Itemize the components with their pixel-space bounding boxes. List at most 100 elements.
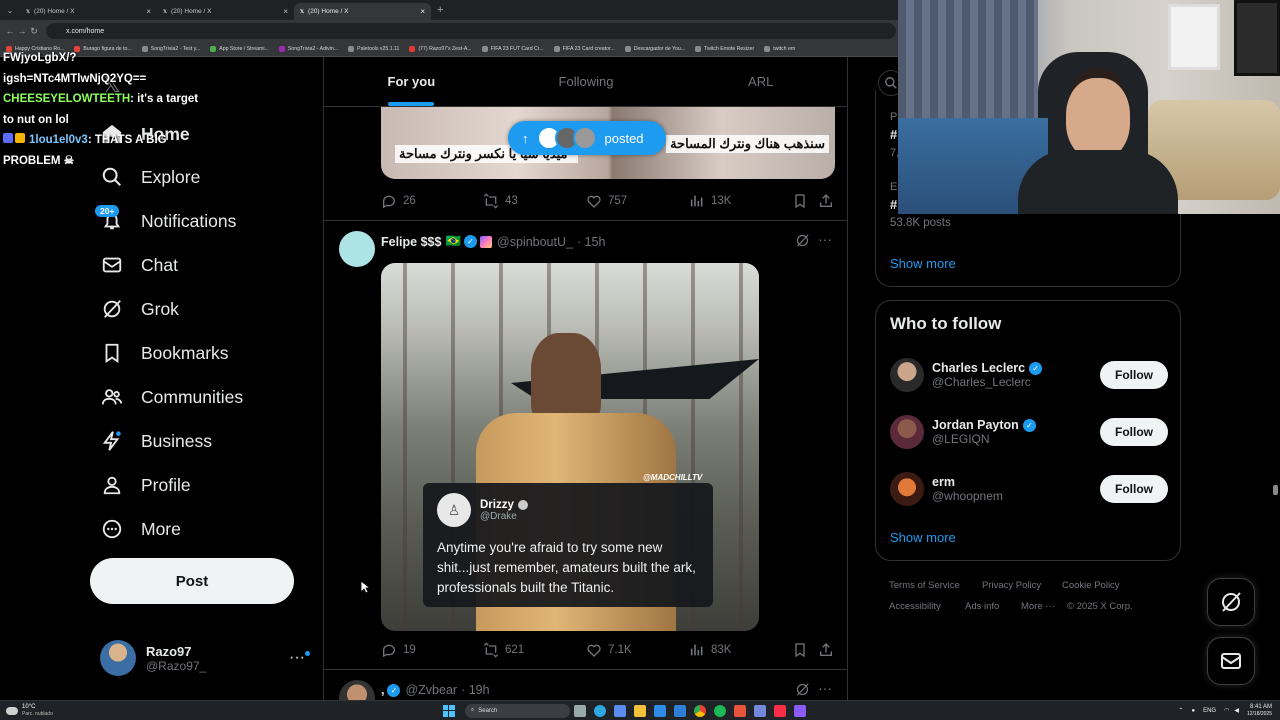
new-tab-button[interactable]: + bbox=[437, 4, 443, 16]
bookmark-item[interactable]: FIFA 23 Card creator... bbox=[553, 46, 615, 52]
taskbar-search[interactable]: ⌕ Search bbox=[464, 703, 570, 718]
bookmark-item[interactable]: Twitch Emote Resizer bbox=[695, 46, 754, 52]
close-icon[interactable]: × bbox=[146, 7, 151, 16]
follow-button[interactable]: Follow bbox=[1100, 361, 1168, 389]
bookmark-button[interactable] bbox=[792, 193, 814, 209]
grok-floating-button[interactable] bbox=[1207, 578, 1255, 626]
scrollbar-thumb[interactable] bbox=[1273, 485, 1278, 495]
back-icon[interactable]: ← bbox=[4, 26, 16, 36]
more-dots-icon[interactable]: ··· bbox=[818, 231, 832, 247]
nav-profile[interactable]: Profile bbox=[100, 463, 191, 507]
account-switcher[interactable]: Razo97 @Razo97_ ··· bbox=[100, 638, 315, 678]
footer-link[interactable]: More ··· bbox=[1021, 601, 1055, 612]
task-view-icon[interactable] bbox=[573, 704, 586, 717]
close-icon[interactable]: × bbox=[420, 7, 425, 16]
photos-icon[interactable] bbox=[653, 704, 666, 717]
mic-icon[interactable]: ● bbox=[1191, 708, 1195, 714]
follow-button[interactable]: Follow bbox=[1100, 475, 1168, 503]
nav-chat[interactable]: Chat bbox=[100, 243, 178, 287]
close-icon[interactable]: × bbox=[283, 7, 288, 16]
messages-floating-button[interactable] bbox=[1207, 637, 1255, 685]
bookmark-item[interactable]: SongTrivia2 - Adivin... bbox=[278, 46, 338, 52]
volume-icon[interactable]: ◀ bbox=[1234, 707, 1239, 714]
tab-search-icon[interactable]: ⌄ bbox=[0, 6, 20, 15]
bookmark-item[interactable]: twitch em bbox=[764, 46, 795, 52]
footer-link[interactable]: Ads info bbox=[965, 601, 999, 612]
start-button[interactable] bbox=[442, 704, 455, 717]
wifi-icon[interactable]: ◠ bbox=[1224, 707, 1229, 714]
tab-arl[interactable]: ARL bbox=[673, 57, 847, 106]
avatar[interactable] bbox=[339, 680, 375, 700]
tab-following[interactable]: Following bbox=[499, 57, 674, 106]
author-name[interactable]: , bbox=[381, 683, 384, 697]
views-button[interactable]: 13K bbox=[689, 193, 731, 209]
reply-button[interactable]: 19 bbox=[381, 642, 416, 658]
nav-bookmarks[interactable]: Bookmarks bbox=[100, 331, 229, 375]
nav-business[interactable]: Business bbox=[100, 419, 212, 463]
explorer-icon[interactable] bbox=[633, 704, 646, 717]
like-button[interactable]: 7.1K bbox=[586, 642, 632, 658]
suggestion-row[interactable]: erm @whoopnem Follow bbox=[890, 469, 1168, 509]
repost-button[interactable]: 43 bbox=[483, 193, 518, 209]
app-icon[interactable] bbox=[793, 704, 806, 717]
browser-tab-active[interactable]: 𝕏 (20) Home / X × bbox=[294, 3, 431, 20]
store-icon[interactable] bbox=[613, 704, 626, 717]
footer-link[interactable]: Privacy Policy bbox=[982, 580, 1041, 591]
language-indicator[interactable]: ENG bbox=[1203, 708, 1216, 714]
wtf-show-more[interactable]: Show more bbox=[890, 530, 956, 545]
grok-icon[interactable] bbox=[795, 682, 810, 700]
author-handle[interactable]: @Zvbear bbox=[405, 683, 457, 697]
reload-icon[interactable]: ↻ bbox=[28, 26, 40, 37]
nav-notifications[interactable]: Notifications bbox=[100, 199, 236, 243]
more-dots-icon[interactable]: ··· bbox=[818, 680, 832, 696]
edge-icon[interactable] bbox=[593, 704, 606, 717]
post-button[interactable]: Post bbox=[90, 558, 294, 604]
footer-link[interactable]: Accessibility bbox=[889, 601, 941, 612]
nav-more[interactable]: More bbox=[100, 507, 181, 551]
browser-tab[interactable]: 𝕏 (20) Home / X × bbox=[20, 3, 157, 20]
trends-show-more[interactable]: Show more bbox=[890, 256, 956, 271]
share-button[interactable] bbox=[818, 193, 840, 209]
chrome-icon[interactable] bbox=[693, 704, 706, 717]
new-posts-pill[interactable]: ↑ posted bbox=[508, 121, 666, 155]
post-time[interactable]: · 15h bbox=[577, 235, 606, 249]
follow-button[interactable]: Follow bbox=[1100, 418, 1168, 446]
reply-button[interactable]: 26 bbox=[381, 193, 416, 209]
tab-for-you[interactable]: For you bbox=[324, 57, 499, 106]
music-icon[interactable] bbox=[773, 704, 786, 717]
suggestion-row[interactable]: Jordan Payton ✓ @LEGIQN Follow bbox=[890, 412, 1168, 452]
bookmark-item[interactable]: App Store / Streami... bbox=[210, 46, 269, 52]
mail-app-icon[interactable] bbox=[673, 704, 686, 717]
forward-icon[interactable]: → bbox=[16, 26, 28, 36]
discord-icon[interactable] bbox=[753, 704, 766, 717]
bookmark-button[interactable] bbox=[792, 642, 814, 658]
repost-button[interactable]: 621 bbox=[483, 642, 524, 658]
author-handle[interactable]: @spinboutU_ bbox=[497, 235, 573, 249]
views-button[interactable]: 83K bbox=[689, 642, 731, 658]
spotify-icon[interactable] bbox=[713, 704, 726, 717]
footer-link[interactable]: Terms of Service bbox=[889, 580, 960, 591]
url-field[interactable]: x.com/home bbox=[46, 23, 896, 39]
footer-link[interactable]: Cookie Policy bbox=[1062, 580, 1120, 591]
post-time[interactable]: · 19h bbox=[461, 683, 490, 697]
app-icon[interactable] bbox=[733, 704, 746, 717]
bookmark-item[interactable]: Paletools v25.1.11 bbox=[348, 46, 399, 52]
like-button[interactable]: 757 bbox=[586, 193, 627, 209]
share-button[interactable] bbox=[818, 642, 840, 658]
chevron-up-icon[interactable]: ⌃ bbox=[1178, 707, 1183, 714]
post-photo[interactable]: @MADCHILLTV ♙ Drizzy @Drake Anytime you'… bbox=[381, 263, 759, 631]
more-dots-icon[interactable]: ··· bbox=[289, 649, 310, 667]
weather-widget[interactable]: 10°C Parc. nublado bbox=[6, 704, 53, 718]
avatar[interactable] bbox=[339, 231, 375, 267]
nav-grok[interactable]: Grok bbox=[100, 287, 179, 331]
clock-time[interactable]: 8:41 AM bbox=[1247, 704, 1272, 711]
suggestion-row[interactable]: Charles Leclerc ✓ @Charles_Leclerc Follow bbox=[890, 355, 1168, 395]
author-name[interactable]: Felipe $$$ bbox=[381, 235, 441, 249]
clock-date[interactable]: 12/18/2025 bbox=[1247, 711, 1272, 718]
browser-tab[interactable]: 𝕏 (20) Home / X × bbox=[157, 3, 294, 20]
bookmark-item[interactable]: (77) Razo97's Zest-A... bbox=[409, 46, 472, 52]
bookmark-item[interactable]: Descargador de You... bbox=[624, 46, 685, 52]
nav-communities[interactable]: Communities bbox=[100, 375, 243, 419]
grok-icon[interactable] bbox=[795, 233, 810, 253]
bookmark-item[interactable]: FIFA 23 FUT Card Cr... bbox=[481, 46, 544, 52]
